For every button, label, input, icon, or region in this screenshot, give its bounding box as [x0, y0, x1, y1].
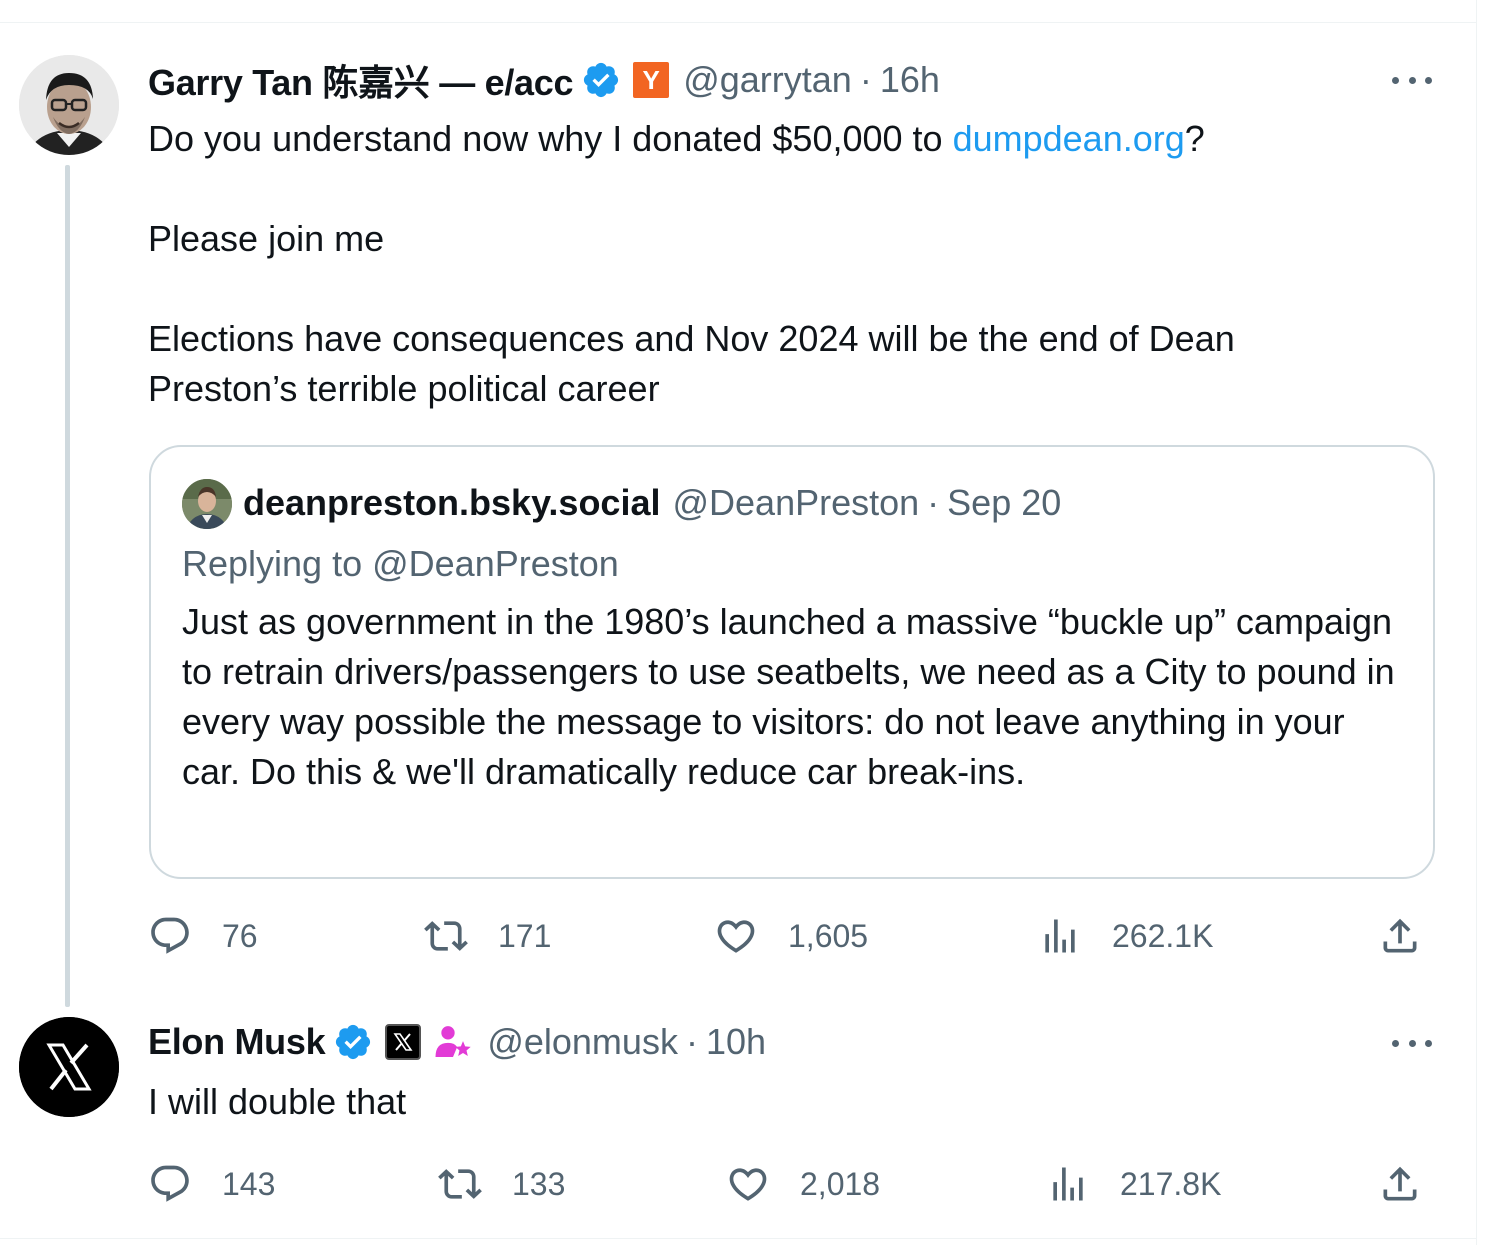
- views-icon: [1045, 919, 1075, 953]
- separator-dot: ·: [859, 59, 872, 100]
- quoted-handle: @DeanPreston: [672, 482, 920, 523]
- avatar-garrytan[interactable]: [19, 55, 119, 155]
- tweet-text: Do you understand now why I donated $50,…: [148, 114, 1448, 414]
- avatar-portrait-image: [19, 55, 119, 155]
- handle[interactable]: @garrytan: [683, 59, 852, 101]
- share-icon: [1383, 1166, 1417, 1201]
- timeline-right-border: [1476, 0, 1477, 1245]
- quoted-tweet[interactable]: deanpreston.bsky.social @DeanPreston · S…: [149, 445, 1435, 879]
- retweet-icon: [424, 921, 468, 951]
- quoted-tweet-text: Just as government in the 1980’s launche…: [182, 601, 1395, 792]
- person-star-icon: [435, 1026, 471, 1057]
- tweet-text-question-mark: ?: [1184, 118, 1205, 159]
- reply-icon: [151, 917, 189, 954]
- share-button[interactable]: [1378, 911, 1422, 961]
- like-icon: [729, 1168, 767, 1201]
- timeline-bottom-border: [0, 1238, 1476, 1239]
- retweet-button[interactable]: 171: [424, 911, 551, 961]
- separator-dot: ·: [927, 482, 940, 523]
- handle[interactable]: @elonmusk: [487, 1021, 678, 1063]
- share-icon: [1383, 918, 1417, 953]
- retweet-button[interactable]: 133: [438, 1159, 565, 1209]
- tweet-actions: 76 171 1,605 262.1K: [148, 911, 1428, 961]
- x-badge-icon: [385, 1024, 422, 1060]
- avatar-portrait-image: [182, 479, 232, 529]
- tweet-text-line: Do you understand now why I donated $50,…: [148, 118, 953, 159]
- verified-icon: [336, 1024, 371, 1060]
- retweet-count: 133: [512, 1165, 566, 1202]
- more-icon[interactable]: [1392, 1037, 1432, 1049]
- reply-icon: [151, 1165, 189, 1202]
- tweet-header: Garry Tan 陈嘉兴 — e/acc Y @garrytan · 16h: [148, 55, 940, 105]
- like-button[interactable]: 2,018: [726, 1159, 880, 1209]
- quoted-display-name: deanpreston.bsky.social: [243, 482, 661, 523]
- like-button[interactable]: 1,605: [714, 911, 868, 961]
- link-dumpdean[interactable]: dumpdean.org: [953, 118, 1185, 159]
- tweet-actions: 143 133 2,018 217.8K: [148, 1159, 1428, 1209]
- like-count: 2,018: [800, 1165, 881, 1202]
- separator-dot: ·: [685, 1021, 698, 1062]
- more-icon[interactable]: [1392, 74, 1432, 86]
- tweet-header: Elon Musk @elonmusk · 10h: [148, 1017, 766, 1067]
- reply-count: 143: [222, 1165, 276, 1202]
- display-name[interactable]: Elon Musk: [148, 1021, 326, 1063]
- verified-icon: [584, 62, 619, 98]
- views-icon: [1053, 1167, 1083, 1201]
- timeline-top-border: [0, 22, 1476, 23]
- tweet-text-paragraph-2: Please join me: [148, 218, 385, 259]
- reply-button[interactable]: 76: [148, 911, 258, 961]
- views-count: 217.8K: [1120, 1165, 1222, 1202]
- tweet-text-paragraph-3: Elections have consequences and Nov 2024…: [148, 318, 1235, 409]
- reply-count: 76: [222, 917, 258, 954]
- retweet-icon: [438, 1169, 482, 1199]
- retweet-count: 171: [498, 917, 552, 954]
- quoted-timestamp: Sep 20: [947, 482, 1062, 523]
- quoted-tweet-header: deanpreston.bsky.social @DeanPreston · S…: [243, 477, 1061, 529]
- display-name[interactable]: Garry Tan 陈嘉兴 — e/acc: [148, 54, 574, 106]
- timestamp[interactable]: 10h: [706, 1021, 766, 1063]
- views-button[interactable]: 262.1K: [1038, 911, 1213, 961]
- views-count: 262.1K: [1112, 917, 1214, 954]
- avatar-elonmusk[interactable]: [19, 1017, 119, 1117]
- tweet-text: I will double that: [148, 1081, 407, 1122]
- like-count: 1,605: [788, 917, 869, 954]
- share-button[interactable]: [1378, 1159, 1422, 1209]
- x-logo-icon: [19, 1017, 119, 1117]
- timestamp[interactable]: 16h: [880, 59, 940, 101]
- reply-button[interactable]: 143: [148, 1159, 275, 1209]
- yc-badge-icon: Y: [633, 62, 670, 98]
- replying-to: Replying to @DeanPreston: [182, 543, 619, 584]
- thread-connector-line: [65, 165, 70, 1007]
- like-icon: [717, 920, 755, 953]
- avatar-deanpreston: [182, 479, 232, 529]
- views-button[interactable]: 217.8K: [1046, 1159, 1221, 1209]
